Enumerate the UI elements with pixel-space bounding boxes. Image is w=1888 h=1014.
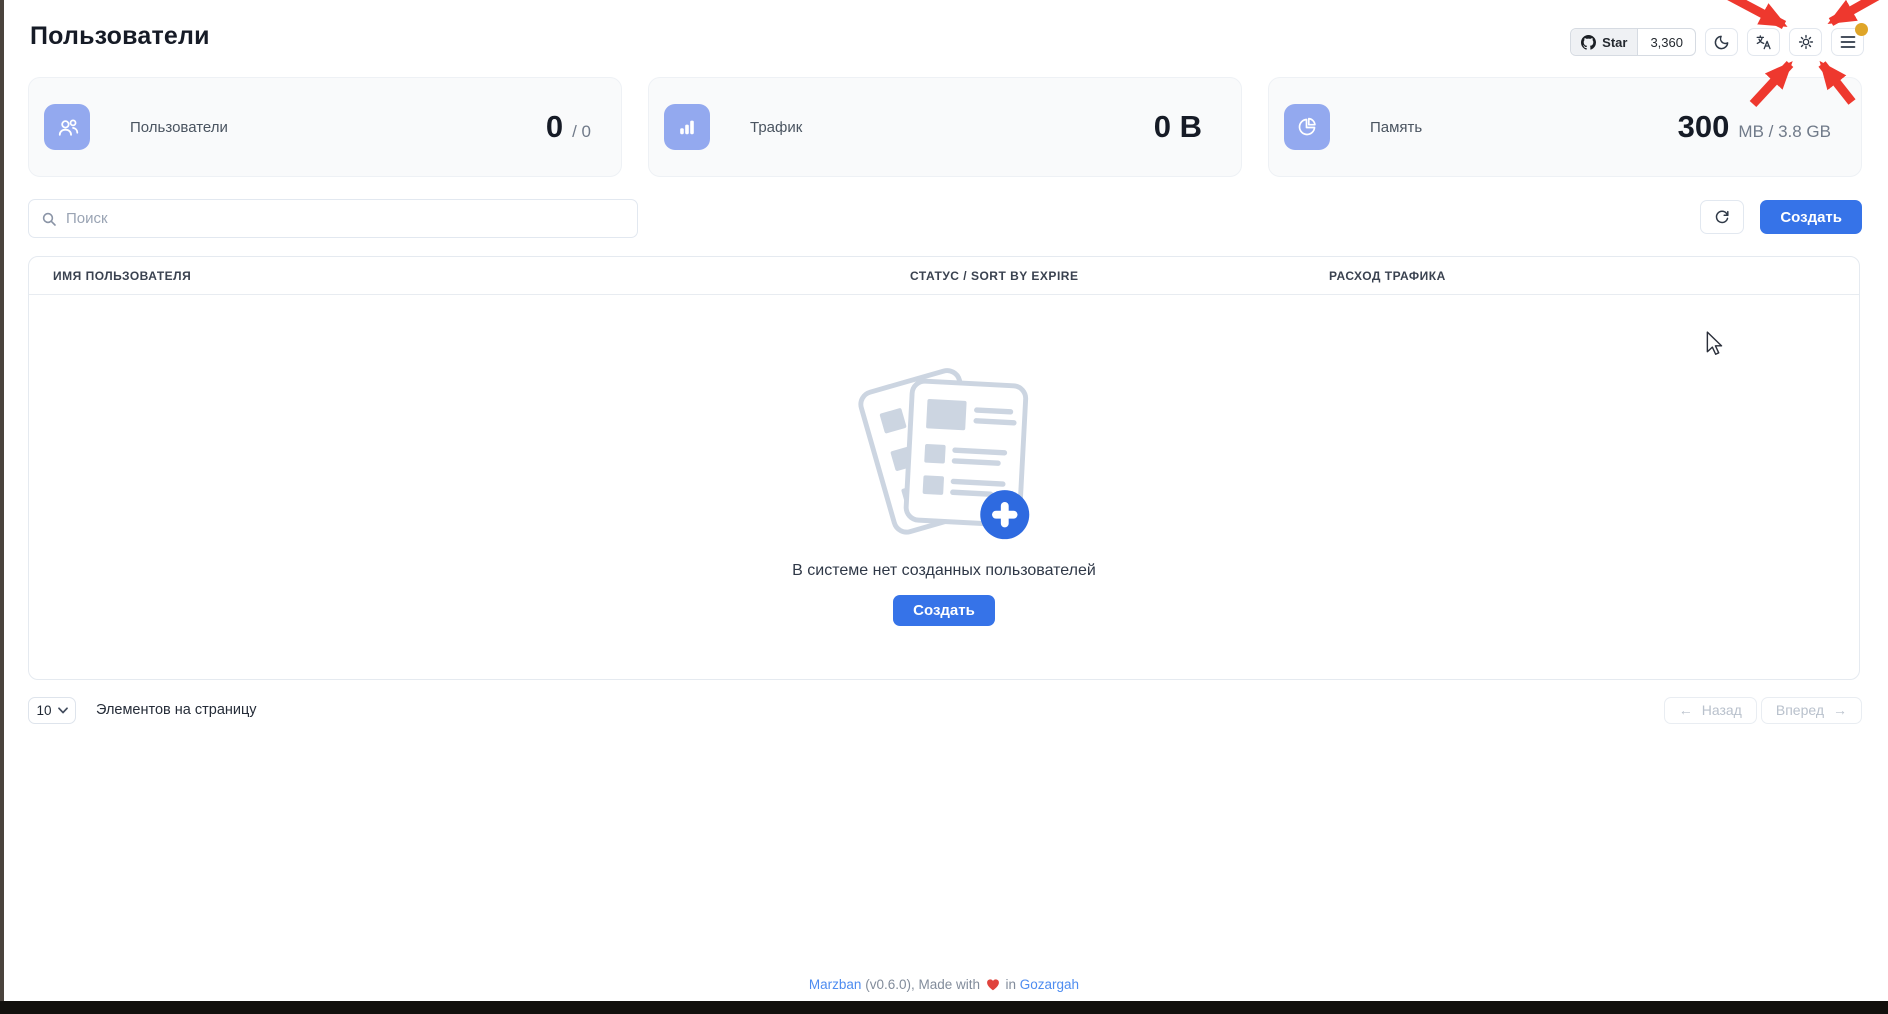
search-box [28, 199, 638, 238]
page-title: Пользователи [30, 22, 210, 51]
arrow-left-icon: ← [1679, 702, 1693, 718]
plus-circle-icon [980, 490, 1029, 539]
search-input[interactable] [66, 210, 625, 227]
column-status-sort-by-expire[interactable]: СТАТУС / SORT BY EXPIRE [910, 269, 1329, 283]
topbar: Star 3,360 [1570, 28, 1864, 56]
menu-icon [1840, 35, 1856, 49]
stat-value: 0 B [1154, 109, 1211, 145]
column-traffic-usage[interactable]: РАСХОД ТРАФИКА [1329, 269, 1859, 283]
next-page-button[interactable]: Вперед → [1761, 697, 1862, 724]
marzban-users-page: Пользователи Star 3,360 Польз [0, 0, 1888, 1014]
stat-value: 0 / 0 [546, 109, 591, 145]
empty-documents-illustration [846, 352, 1042, 548]
prev-page-button[interactable]: ← Назад [1664, 697, 1757, 724]
bottom-edge-strip [0, 1001, 1888, 1014]
page-size-label: Элементов на страницу [96, 702, 257, 718]
toolbar-actions: Создать [1700, 200, 1862, 234]
heart-icon [986, 978, 1000, 991]
table-header: ИМЯ ПОЛЬЗОВАТЕЛЯ СТАТУС / SORT BY EXPIRE… [29, 257, 1859, 295]
stat-card-traffic: Трафик 0 B [648, 77, 1242, 177]
menu-button[interactable] [1831, 28, 1864, 56]
left-edge-strip [0, 0, 4, 1014]
column-username[interactable]: ИМЯ ПОЛЬЗОВАТЕЛЯ [29, 269, 910, 283]
stat-label: Трафик [750, 119, 802, 136]
stat-card-users: Пользователи 0 / 0 [28, 77, 622, 177]
translate-icon [1755, 34, 1772, 51]
dark-mode-button[interactable] [1705, 28, 1738, 56]
arrow-right-icon: → [1833, 702, 1847, 718]
stat-card-memory: Память 300 MB / 3.8 GB [1268, 77, 1862, 177]
github-star-count[interactable]: 3,360 [1638, 29, 1695, 55]
settings-button[interactable] [1789, 28, 1822, 56]
github-icon [1581, 35, 1596, 50]
search-icon [41, 211, 57, 227]
annotation-arrow-top-left [1716, 0, 1784, 25]
github-star-label: Star [1602, 35, 1627, 50]
users-table: ИМЯ ПОЛЬЗОВАТЕЛЯ СТАТУС / SORT BY EXPIRE… [28, 256, 1860, 680]
language-button[interactable] [1747, 28, 1780, 56]
create-button[interactable]: Создать [1760, 200, 1862, 234]
pagination: 10 Элементов на страницу ← Назад Вперед … [28, 696, 1862, 724]
page-size-value: 10 [36, 703, 51, 718]
footer: Marzban (v0.6.0), Made with in Gozargah [0, 977, 1888, 992]
pie-chart-icon [1284, 104, 1330, 150]
chevron-down-icon [58, 707, 68, 714]
page-size-select[interactable]: 10 [28, 697, 76, 724]
table-empty-state: В системе нет созданных пользователей Со… [29, 295, 1859, 680]
stat-value: 300 MB / 3.8 GB [1678, 109, 1831, 145]
refresh-button[interactable] [1700, 200, 1744, 234]
footer-text: in [1002, 977, 1020, 992]
github-star-button[interactable]: Star [1571, 29, 1638, 55]
empty-state-message: В системе нет созданных пользователей [792, 562, 1096, 580]
bar-chart-icon [664, 104, 710, 150]
annotation-arrow-top-right [1831, 0, 1888, 22]
empty-state-create-button[interactable]: Создать [893, 595, 995, 626]
footer-text: (v0.6.0), Made with [861, 977, 983, 992]
notification-dot [1855, 23, 1868, 36]
stat-cards: Пользователи 0 / 0 Трафик 0 B Память 300 [28, 77, 1862, 177]
refresh-icon [1714, 209, 1730, 225]
users-icon [44, 104, 90, 150]
gear-icon [1798, 34, 1814, 50]
stat-label: Пользователи [130, 119, 228, 136]
gozargah-link[interactable]: Gozargah [1020, 977, 1079, 992]
github-star-widget: Star 3,360 [1570, 28, 1696, 56]
stat-label: Память [1370, 119, 1422, 136]
moon-icon [1714, 34, 1730, 50]
marzban-link[interactable]: Marzban [809, 977, 862, 992]
